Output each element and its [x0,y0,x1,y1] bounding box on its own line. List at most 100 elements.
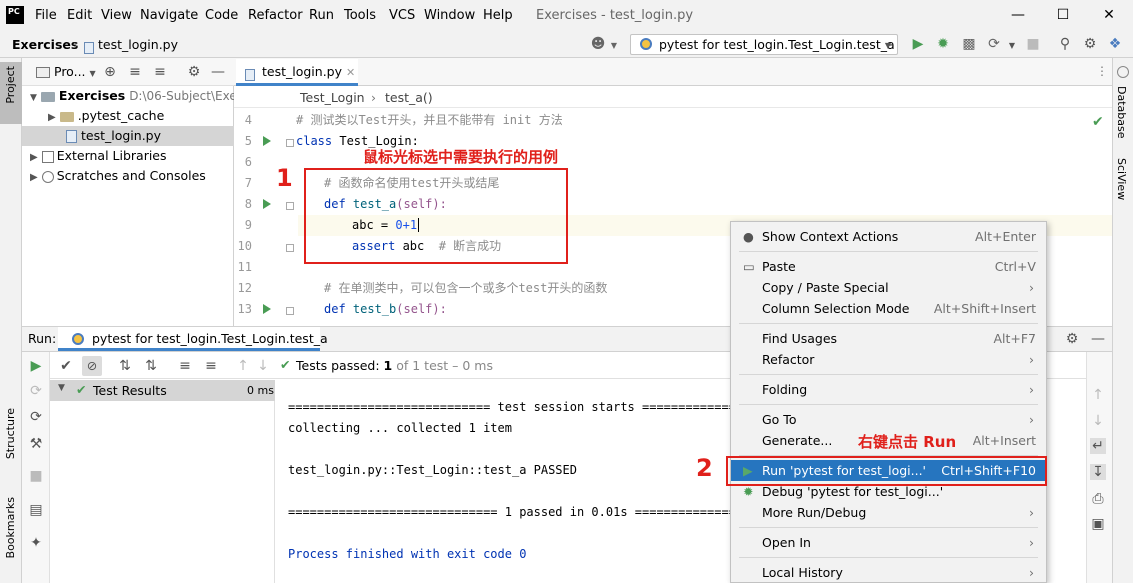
run-config-select[interactable]: pytest for test_login.Test_Login.test_a [630,34,898,55]
chevron-down-icon: ▼ [1008,41,1016,50]
menu-item-copy-paste-special[interactable]: Copy / Paste Special › [731,277,1046,298]
fold-icon[interactable] [286,307,294,315]
collapse-all-icon[interactable]: ≡ [152,64,168,80]
tool-window-sciview[interactable]: SciView [1115,158,1128,200]
sort-alpha-icon[interactable]: ⇅ [117,358,133,374]
user-icon[interactable]: ☻ [590,36,606,52]
maximize-icon[interactable]: ☐ [1040,4,1086,28]
menu-item-go-to[interactable]: Go To › [731,409,1046,430]
run-gutter-icon[interactable] [263,136,271,146]
menu-file[interactable]: File [35,8,57,23]
collapse-all-icon[interactable]: ≡ [203,358,219,374]
toggle-auto-test-icon[interactable]: ⟳ [28,409,44,425]
check-icon: ✔ [76,382,87,397]
menu-edit[interactable]: Edit [67,8,92,23]
layout-icon[interactable]: ▤ [28,502,44,518]
tree-item-scratches[interactable]: ▶ Scratches and Consoles [30,166,206,186]
tree-item-external-libraries[interactable]: ▶ External Libraries [30,146,167,166]
menu-item-paste[interactable]: ▭ Paste Ctrl+V [731,256,1046,277]
menu-item-refactor[interactable]: Refactor › [731,349,1046,370]
tool-window-database[interactable]: Database [1115,86,1128,139]
locate-icon[interactable]: ⊕ [102,64,118,80]
python-file-icon [84,39,98,54]
breadcrumb-method[interactable]: test_a() [385,90,433,105]
menu-code[interactable]: Code [205,8,238,23]
tree-item-label: Scratches and Consoles [56,168,206,183]
line-number: 7 [244,176,252,190]
breadcrumb-project[interactable]: Exercises [12,37,78,52]
jetbrains-icon[interactable]: ❖ [1107,36,1123,52]
menu-item-local-history[interactable]: Local History › [731,562,1046,583]
tool-window-structure[interactable]: Structure [4,408,17,459]
print-icon[interactable]: ⎙ [1090,491,1106,507]
menu-separator [731,523,1046,532]
editor-tab-label: test_login.py [262,64,343,79]
gear-icon[interactable]: ⚙ [1082,36,1098,52]
debug-icon[interactable]: ✹ [935,36,951,52]
arrow-down-icon[interactable]: ↓ [1090,413,1106,429]
show-ignored-icon[interactable]: ⊘ [82,356,102,376]
wrench-icon[interactable]: ⚒ [28,436,44,452]
stop-icon[interactable]: ■ [1025,36,1041,52]
profile-icon[interactable]: ⟳ [986,36,1002,52]
soft-wrap-icon[interactable]: ↵ [1090,438,1106,454]
tree-item-pytest-cache[interactable]: ▶ .pytest_cache [48,106,164,126]
show-passed-icon[interactable]: ✔ [58,358,74,374]
trash-icon[interactable]: ▣ [1090,516,1106,532]
close-icon[interactable]: ✕ [1086,4,1132,28]
menu-item-open-in[interactable]: Open In › [731,532,1046,553]
fold-icon[interactable] [286,244,294,252]
menu-item-column-selection[interactable]: Column Selection Mode Alt+Shift+Insert [731,298,1046,319]
menu-view[interactable]: View [101,8,132,23]
menu-window[interactable]: Window [424,8,475,23]
run-gutter-icon[interactable] [263,199,271,209]
arrow-down-icon[interactable]: ↓ [255,358,271,374]
more-icon[interactable]: ⋮ [1096,64,1108,78]
breadcrumb-class[interactable]: Test_Login [300,90,365,105]
expand-all-icon[interactable]: ≡ [127,64,143,80]
expand-all-icon[interactable]: ≡ [177,358,193,374]
rerun-failed-icon[interactable]: ⟳ [28,383,44,399]
menu-vcs[interactable]: VCS [389,8,415,23]
run-gutter-icon[interactable] [263,304,271,314]
menu-tools[interactable]: Tools [344,8,376,23]
gear-icon[interactable]: ⚙ [1064,331,1080,347]
hide-icon[interactable]: — [210,64,226,80]
menu-item-more-run-debug[interactable]: More Run/Debug › [731,502,1046,523]
tool-window-project[interactable]: Project [0,62,22,124]
coverage-icon[interactable]: ▩ [961,36,977,52]
run-icon[interactable]: ▶ [910,36,926,52]
fold-icon[interactable] [286,139,294,147]
hide-icon[interactable]: — [1090,331,1106,347]
chevron-right-icon: › [73,37,78,52]
arrow-up-icon[interactable]: ↑ [235,358,251,374]
run-tab[interactable]: pytest for test_login.Test_Login.test_a [58,327,328,351]
run-panel-label: Run: [28,331,57,346]
rerun-icon[interactable]: ▶ [28,358,44,374]
menu-item-find-usages[interactable]: Find Usages Alt+F7 [731,328,1046,349]
arrow-up-icon[interactable]: ↑ [1090,387,1106,403]
breadcrumb-file[interactable]: test_login.py [98,37,178,52]
close-icon[interactable]: ✕ [346,66,355,79]
menu-run[interactable]: Run [309,8,334,23]
annotation-step-2: 2 [696,454,713,482]
fold-icon[interactable] [286,202,294,210]
test-results-tree [50,380,275,583]
stop-icon[interactable]: ■ [28,468,44,484]
run-config-label: pytest for test_login.Test_Login.test_a [659,37,895,52]
gear-icon[interactable]: ⚙ [186,64,202,80]
pin-icon[interactable]: ✦ [28,535,44,551]
menu-help[interactable]: Help [483,8,513,23]
scroll-to-end-icon[interactable]: ↧ [1090,464,1106,480]
minimize-icon[interactable]: — [995,4,1041,28]
search-icon[interactable]: ⚲ [1057,36,1073,52]
menu-item-show-context-actions[interactable]: ● Show Context Actions Alt+Enter [731,226,1046,247]
menu-refactor[interactable]: Refactor [248,8,303,23]
sort-duration-icon[interactable]: ⇅ [143,358,159,374]
project-view-select[interactable]: Pro... ▼ [54,64,96,79]
tree-item-test-login[interactable]: test_login.py [22,126,234,146]
menu-navigate[interactable]: Navigate [140,8,198,23]
tree-item-exercises[interactable]: ▼ Exercises D:\06-Subject\Exer [30,86,242,106]
menu-item-folding[interactable]: Folding › [731,379,1046,400]
tool-window-bookmarks[interactable]: Bookmarks [4,497,17,558]
